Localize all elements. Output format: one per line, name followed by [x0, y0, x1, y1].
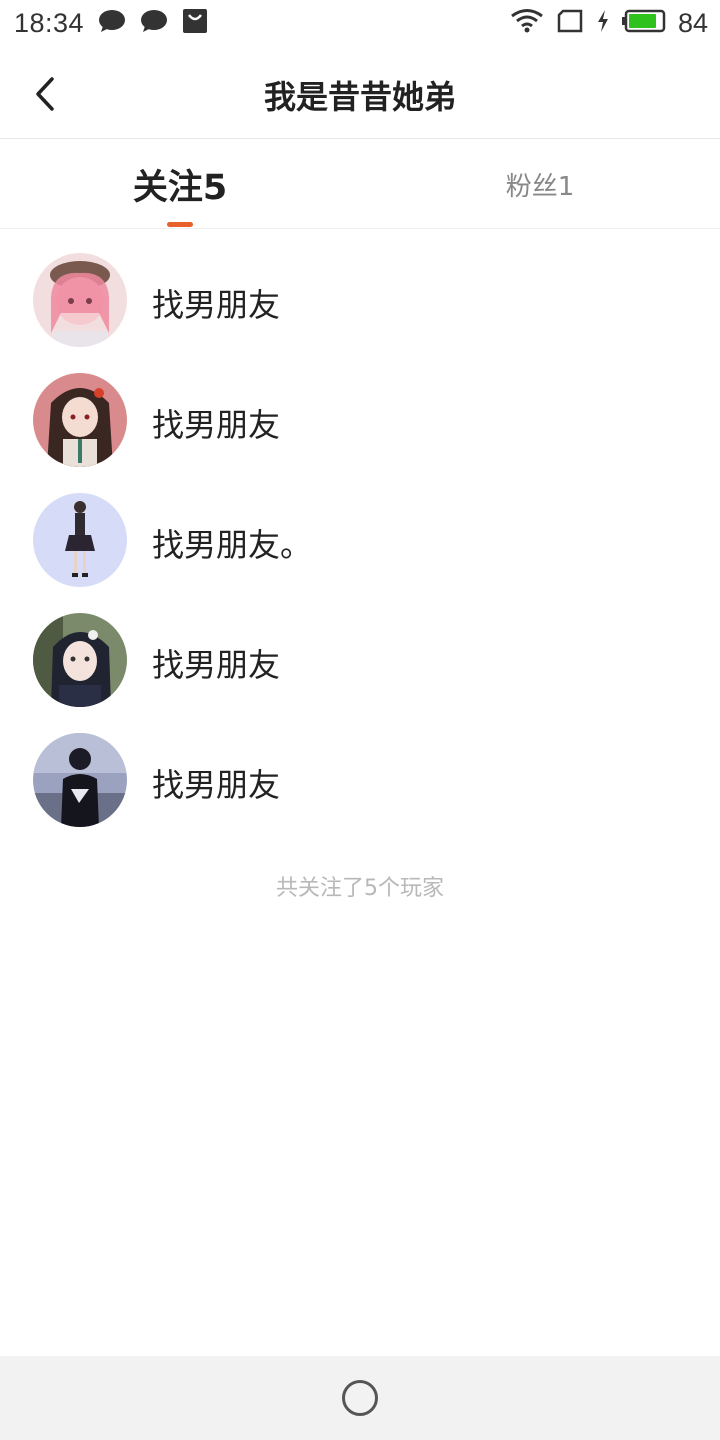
active-tab-indicator — [167, 222, 193, 227]
tab-following-label: 关注5 — [132, 167, 228, 208]
sim-card-icon — [556, 9, 584, 37]
tab-following[interactable]: 关注5 — [100, 140, 260, 228]
avatar[interactable] — [33, 613, 127, 707]
chat-bubble-icon — [98, 9, 126, 37]
avatar[interactable] — [33, 253, 127, 347]
user-name[interactable]: 找男朋友 — [152, 400, 280, 446]
avatar[interactable] — [33, 373, 127, 467]
home-circle-icon[interactable] — [342, 1380, 378, 1416]
tab-bar: 关注5 粉丝1 — [0, 140, 720, 229]
header: 我是昔昔她弟 — [0, 46, 720, 139]
wifi-icon — [510, 8, 544, 38]
page-title: 我是昔昔她弟 — [263, 78, 456, 116]
tab-fans-label: 粉丝1 — [505, 171, 575, 202]
status-bar: 18:34 84 — [0, 0, 720, 46]
avatar[interactable] — [33, 493, 127, 587]
list-item[interactable]: 找男朋友 — [0, 720, 720, 840]
following-list: 找男朋友 找男朋友 找男朋友。 找男朋友 找男朋友 — [0, 240, 720, 840]
following-count-note: 共关注了5个玩家 — [276, 876, 444, 901]
battery-icon — [621, 9, 666, 37]
system-nav-bar — [0, 1356, 720, 1440]
user-name[interactable]: 找男朋友。 — [152, 520, 312, 566]
user-name[interactable]: 找男朋友 — [152, 640, 280, 686]
user-name[interactable]: 找男朋友 — [152, 280, 280, 326]
avatar[interactable] — [33, 733, 127, 827]
tab-fans[interactable]: 粉丝1 — [460, 140, 620, 228]
chat-bubble-icon — [140, 9, 168, 37]
list-item[interactable]: 找男朋友 — [0, 600, 720, 720]
battery-percentage: 84 — [677, 7, 708, 38]
charging-bolt-icon — [596, 9, 610, 37]
list-item[interactable]: 找男朋友 — [0, 360, 720, 480]
list-item[interactable]: 找男朋友。 — [0, 480, 720, 600]
list-item[interactable]: 找男朋友 — [0, 240, 720, 360]
user-name[interactable]: 找男朋友 — [152, 760, 280, 806]
status-time: 18:34 — [14, 7, 85, 38]
shopping-bag-icon — [182, 8, 208, 38]
